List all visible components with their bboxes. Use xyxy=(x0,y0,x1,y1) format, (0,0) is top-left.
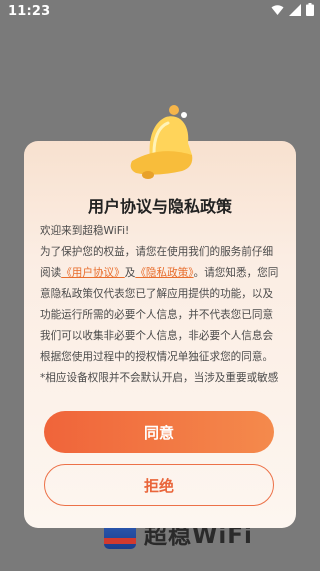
status-icons xyxy=(271,3,314,16)
wifi-icon xyxy=(271,4,284,16)
status-bar: 11:23 xyxy=(0,0,320,22)
bell-icon xyxy=(124,101,196,179)
battery-icon xyxy=(306,3,314,16)
greeting-text: 欢迎来到超稳WiFi! xyxy=(40,225,130,237)
user-agreement-link[interactable]: 《用户协议》 xyxy=(61,267,125,279)
privacy-dialog: 用户协议与隐私政策 欢迎来到超稳WiFi! 为了保护您的权益，请您在使用我们的服… xyxy=(24,141,296,528)
agreement-paragraph: 为了保护您的权益，请您在使用我们的服务前仔细阅读《用户协议》及《隐私政策》。请您… xyxy=(40,242,282,368)
refuse-button[interactable]: 拒绝 xyxy=(44,464,274,506)
and-text: 及 xyxy=(124,267,136,279)
signal-icon xyxy=(289,3,301,16)
dialog-body[interactable]: 欢迎来到超稳WiFi! 为了保护您的权益，请您在使用我们的服务前仔细阅读《用户协… xyxy=(40,221,282,391)
dialog-title: 用户协议与隐私政策 xyxy=(87,197,232,216)
para1-suffix: 。请您知悉，您同意隐私政策仅代表您已了解应用提供的功能，以及功能运行所需的必要个… xyxy=(40,267,279,363)
privacy-policy-link[interactable]: 《隐私政策》 xyxy=(135,267,193,279)
permission-note: *相应设备权限并不会默认开启，当涉及重要或敏感的 xyxy=(40,372,279,384)
agree-button[interactable]: 同意 xyxy=(44,411,274,453)
app-logo-stripe xyxy=(104,538,136,544)
status-time: 11:23 xyxy=(8,3,51,19)
